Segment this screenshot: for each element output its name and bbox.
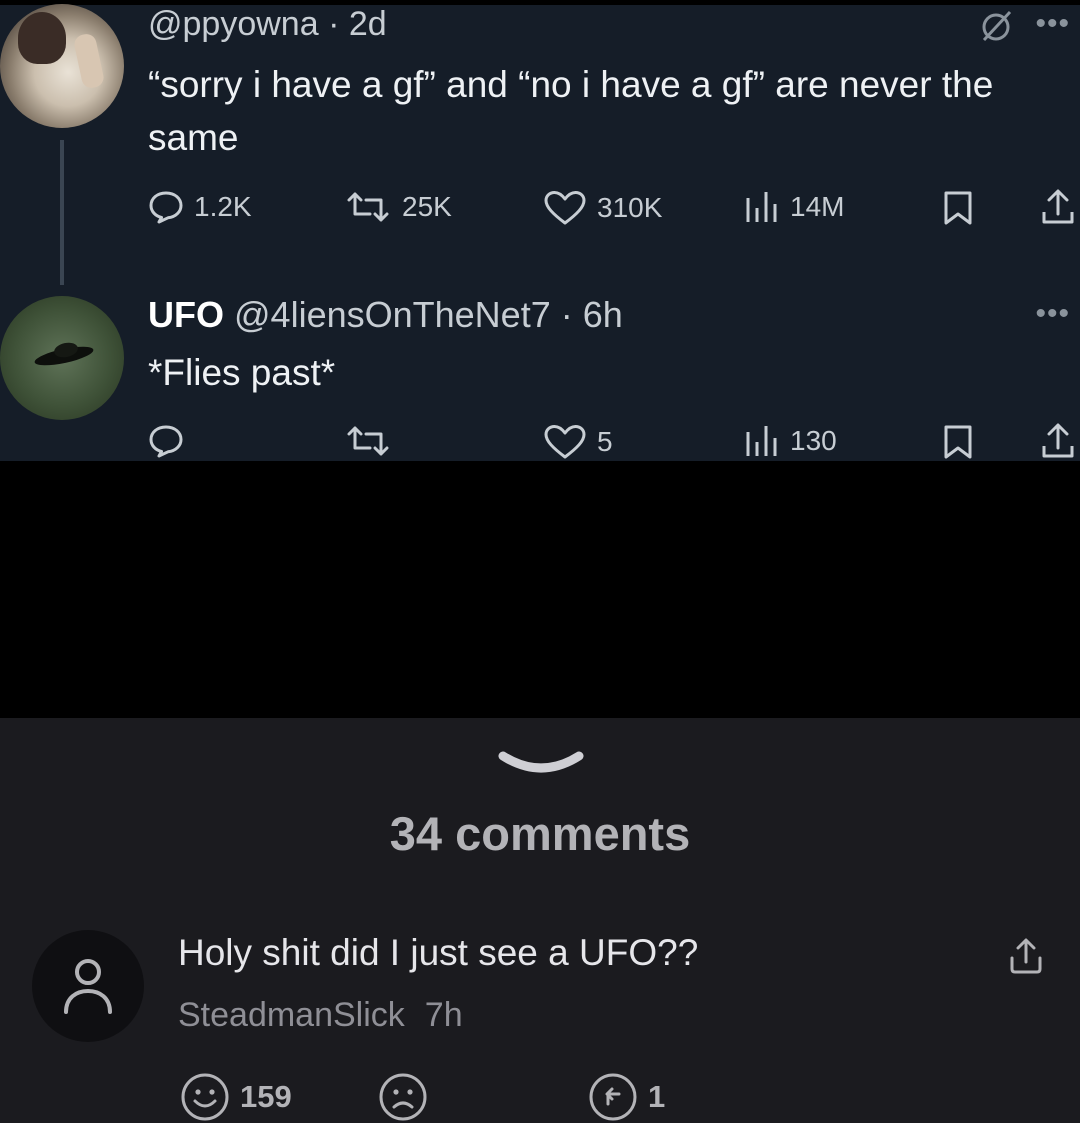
tweet1-retweet-button[interactable]: 25K (344, 190, 452, 224)
bookmark-icon[interactable] (942, 424, 974, 460)
tweet1-like-count: 310K (597, 192, 663, 223)
comment-share-icon[interactable] (1008, 936, 1044, 976)
reply-circle-icon (589, 1073, 637, 1121)
tweet1-reply-count: 1.2K (194, 191, 252, 222)
tweet2-like-button[interactable]: 5 (543, 424, 613, 460)
tweet1-reply-button[interactable]: 1.2K (148, 190, 252, 224)
tweet-thread: @ppyowna · 2d ••• “sorry i have a gf” an… (0, 0, 1080, 461)
tweet2-text: *Flies past* (148, 352, 336, 393)
sad-face-icon (379, 1073, 427, 1121)
heart-icon (544, 191, 586, 225)
comments-panel: 34 comments Holy shit did I just see a U… (0, 718, 1080, 1123)
tweet1-like-button[interactable]: 310K (543, 190, 662, 226)
tweet2-views-button[interactable]: 130 (744, 424, 837, 458)
tweet2-like-count: 5 (597, 426, 613, 457)
tweet1-retweet-count: 25K (402, 191, 452, 222)
tweet2-header[interactable]: UFO @4liensOnTheNet7 · 6h (148, 294, 623, 336)
tweet2-time: 6h (582, 294, 623, 335)
avatar-ppyowna[interactable] (0, 4, 124, 128)
commenter-avatar[interactable] (32, 930, 144, 1042)
retweet-icon (347, 192, 389, 222)
smile-face-icon (181, 1073, 229, 1121)
comment-text: Holy shit did I just see a UFO?? (178, 932, 699, 973)
tweet1-text: “sorry i have a gf” and “no i have a gf”… (148, 64, 994, 158)
tweet2-view-count: 130 (790, 425, 837, 456)
thread-connector-line (60, 140, 64, 285)
share-icon[interactable] (1040, 422, 1076, 460)
avatar-ufo[interactable] (0, 296, 124, 420)
comment-like-button[interactable]: 159 (180, 1072, 292, 1122)
user-icon (64, 959, 112, 1014)
tweet1-header[interactable]: @ppyowna · 2d (148, 4, 387, 44)
tweet2-handle[interactable]: @4liensOnTheNet7 (234, 294, 551, 335)
comment-dislike-button[interactable] (378, 1072, 428, 1122)
comment-time: 7h (424, 996, 463, 1034)
avatar-hair (18, 12, 66, 64)
comment-reply-button[interactable]: 1 (588, 1072, 665, 1122)
heart-icon (544, 425, 586, 459)
comment-meta: SteadmanSlick 7h (178, 996, 463, 1035)
tweet1-more-icon[interactable]: ••• (1035, 9, 1070, 39)
tweet2-reply-button[interactable] (148, 424, 184, 458)
reply-icon (149, 191, 183, 224)
avatar-arm (72, 32, 106, 90)
comment-like-count: 159 (240, 1079, 292, 1114)
views-chart-icon (746, 192, 777, 222)
tweet1-time: 2d (348, 5, 387, 43)
ufo-icon (34, 342, 94, 366)
retweet-icon (347, 426, 389, 456)
tweet1-views-button[interactable]: 14M (744, 190, 844, 224)
tweet2-retweet-button[interactable] (344, 424, 392, 458)
tweet1-handle[interactable]: @ppyowna (148, 5, 319, 43)
bookmark-icon[interactable] (942, 190, 974, 226)
black-gap (0, 461, 1080, 718)
comment-author[interactable]: SteadmanSlick (178, 996, 405, 1034)
grok-slash-icon[interactable] (978, 8, 1014, 44)
reply-icon (149, 425, 183, 458)
tweet1-view-count: 14M (790, 191, 845, 222)
comments-count-title: 34 comments (389, 807, 691, 860)
tweet2-more-icon[interactable]: ••• (1035, 299, 1070, 329)
share-icon[interactable] (1040, 188, 1076, 226)
tweet2-name[interactable]: UFO (148, 294, 224, 335)
views-chart-icon (746, 426, 777, 456)
comment-reply-count: 1 (648, 1079, 666, 1114)
chevron-down-icon[interactable] (495, 746, 587, 786)
